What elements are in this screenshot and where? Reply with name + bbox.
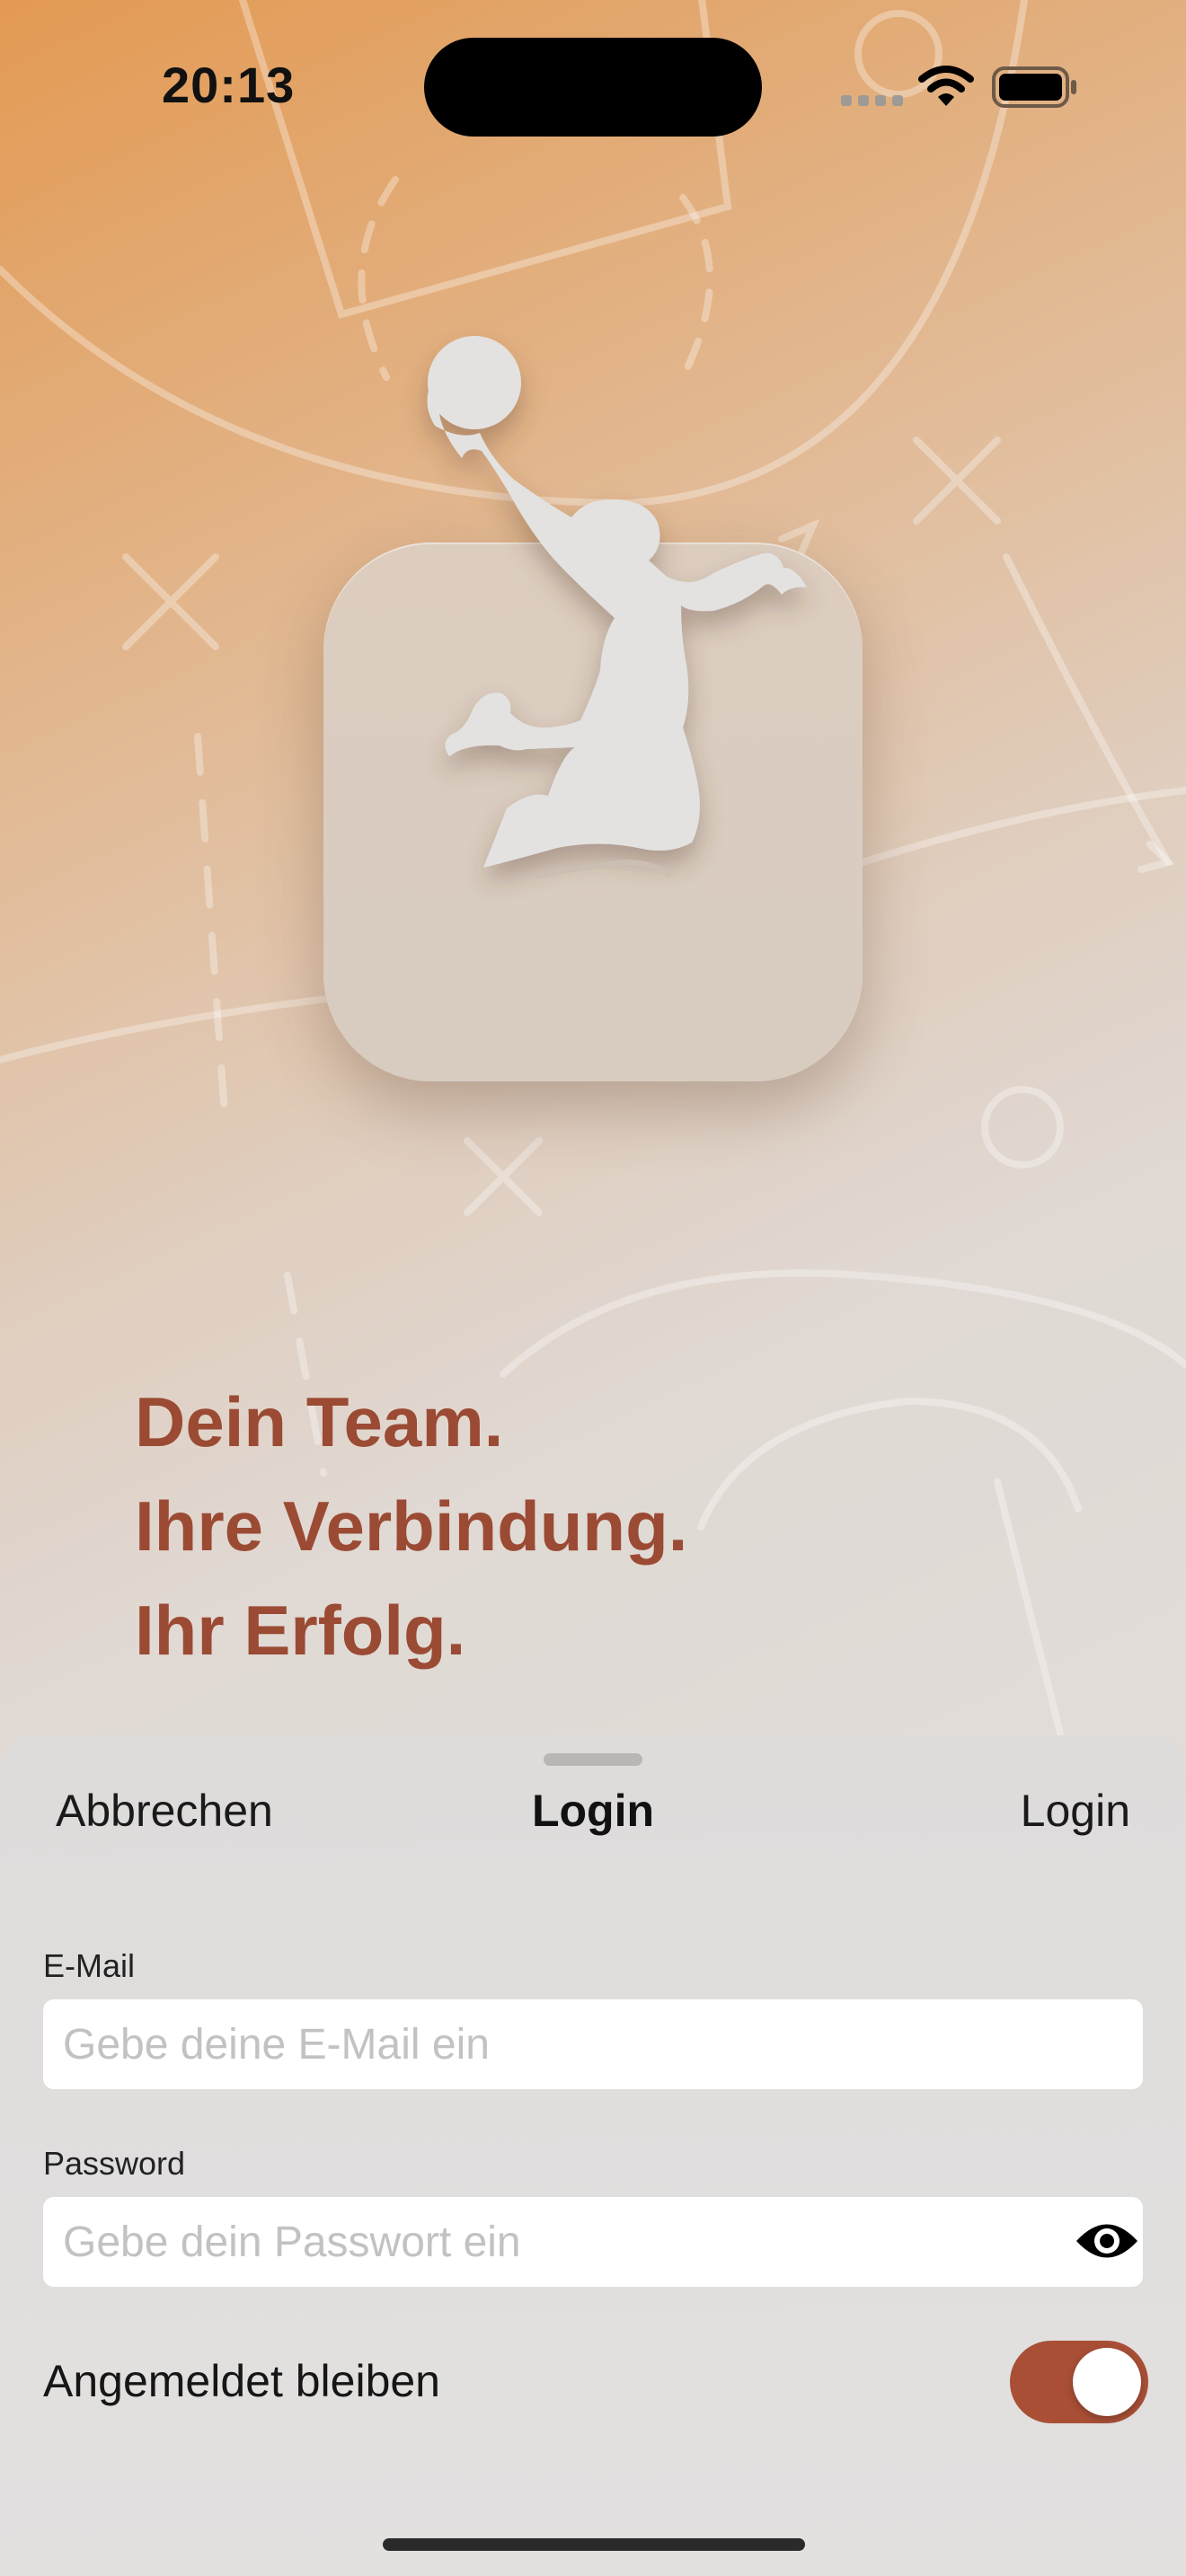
dynamic-island <box>424 38 762 137</box>
tagline: Dein Team. Ihre Verbindung. Ihr Erfolg. <box>135 1370 687 1682</box>
login-button[interactable]: Login <box>1021 1785 1130 1837</box>
battery-icon <box>992 66 1076 108</box>
home-indicator[interactable] <box>383 2538 805 2551</box>
status-bar: 20:13 <box>0 0 1186 171</box>
status-time: 20:13 <box>162 57 296 113</box>
stay-logged-in-toggle[interactable] <box>1010 2341 1148 2423</box>
email-label: E-Mail <box>43 1947 136 1984</box>
toggle-knob <box>1073 2348 1141 2416</box>
eye-icon[interactable] <box>1075 2220 1139 2262</box>
email-field[interactable] <box>43 1999 1143 2089</box>
tagline-line-team: Dein Team. <box>135 1382 504 1461</box>
tagline-line-success: Ihr Erfolg. <box>135 1591 466 1670</box>
tagline-line-connection: Ihre Verbindung. <box>135 1486 688 1566</box>
password-field[interactable] <box>43 2197 1143 2287</box>
basketball-player-dunk-icon <box>427 336 807 879</box>
cancel-button[interactable]: Abbrechen <box>56 1785 273 1837</box>
signal-icon <box>841 95 903 106</box>
stay-logged-in-label: Angemeldet bleiben <box>43 2356 440 2406</box>
password-label: Password <box>43 2145 186 2182</box>
sheet-grabber[interactable] <box>544 1753 642 1766</box>
wifi-icon <box>918 66 974 106</box>
